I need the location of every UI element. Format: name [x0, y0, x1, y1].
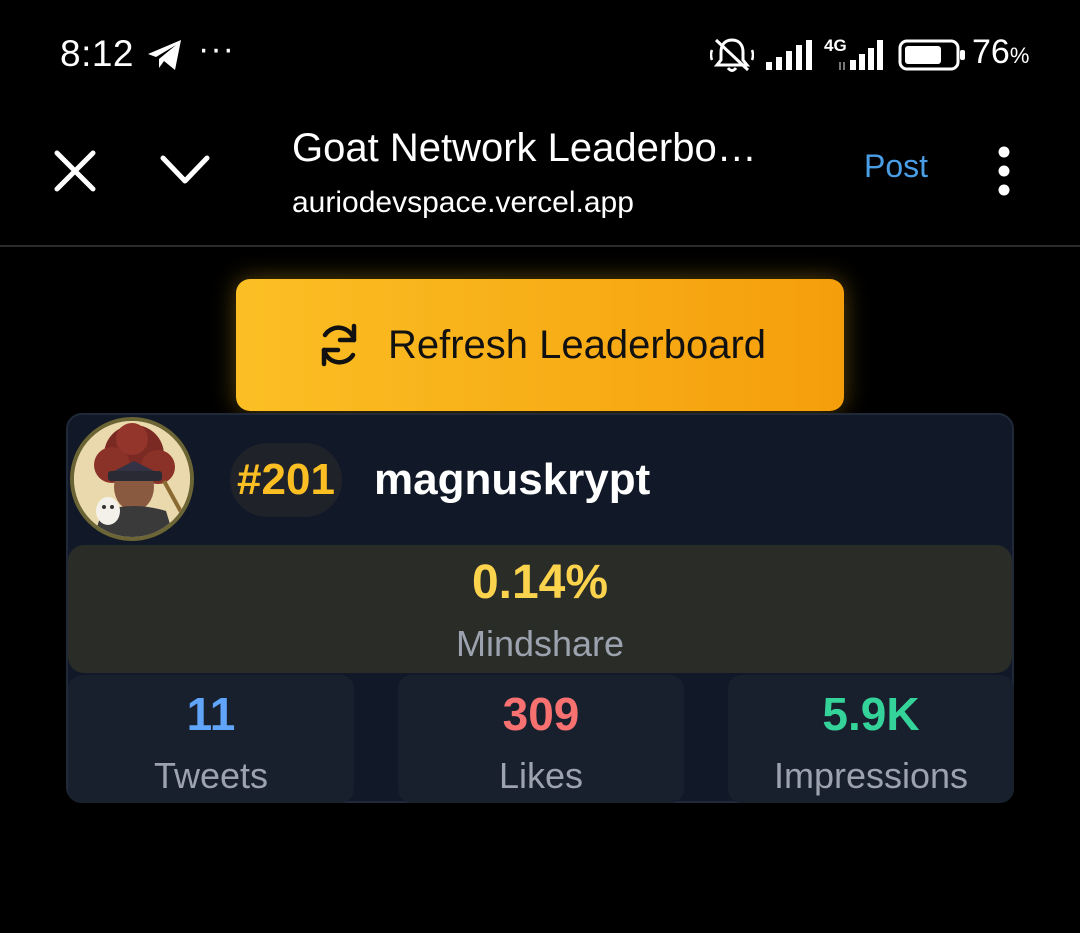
refresh-button-label: Refresh Leaderboard — [387, 322, 767, 367]
page-url: auriodevspace.vercel.app — [292, 186, 634, 219]
signal-strength-4g-icon — [839, 40, 883, 70]
tweets-label: Tweets — [153, 755, 269, 796]
refresh-icon — [321, 323, 357, 367]
telegram-icon — [148, 40, 181, 70]
close-icon[interactable] — [52, 148, 98, 194]
page-title: Goat Network Leaderbo… — [292, 126, 757, 170]
more-options-icon[interactable] — [990, 146, 1018, 196]
impressions-label: Impressions — [773, 755, 969, 796]
impressions-value: 5.9K — [822, 688, 920, 740]
mindshare-value: 0.14% — [471, 556, 609, 609]
mindshare-label: Mindshare — [455, 623, 625, 664]
rank-value: #201 — [237, 455, 335, 504]
stat-tweets: 11 Tweets — [68, 675, 354, 803]
avatar[interactable] — [70, 417, 194, 541]
more-notifications-icon: ··· — [198, 30, 235, 68]
leaderboard-entry-card: #201 magnuskrypt 0.14% Mindshare 11 Twee… — [66, 413, 1014, 803]
chevron-down-icon[interactable] — [158, 150, 212, 190]
refresh-leaderboard-button[interactable]: Refresh Leaderboard — [236, 279, 844, 411]
status-time: 8:12 — [60, 33, 135, 74]
tweets-value: 11 — [186, 688, 236, 740]
browser-toolbar: Goat Network Leaderbo… auriodevspace.ver… — [0, 110, 1080, 247]
battery-percent: 76% — [972, 33, 1030, 71]
rank-badge: #201 — [230, 443, 342, 517]
muted-bell-icon — [710, 38, 754, 72]
likes-value: 309 — [502, 688, 580, 740]
mindshare-panel: 0.14% Mindshare — [68, 545, 1012, 673]
likes-label: Likes — [498, 755, 584, 796]
stat-likes: 309 Likes — [398, 675, 684, 803]
stat-impressions: 5.9K Impressions — [728, 675, 1014, 803]
username[interactable]: magnuskrypt — [374, 455, 650, 505]
battery-icon — [898, 39, 965, 71]
avatar-image — [74, 421, 190, 537]
signal-strength-icon — [766, 40, 812, 70]
status-bar: 8:12 ··· 4G 76% — [0, 0, 1080, 110]
post-button[interactable]: Post — [864, 148, 928, 185]
